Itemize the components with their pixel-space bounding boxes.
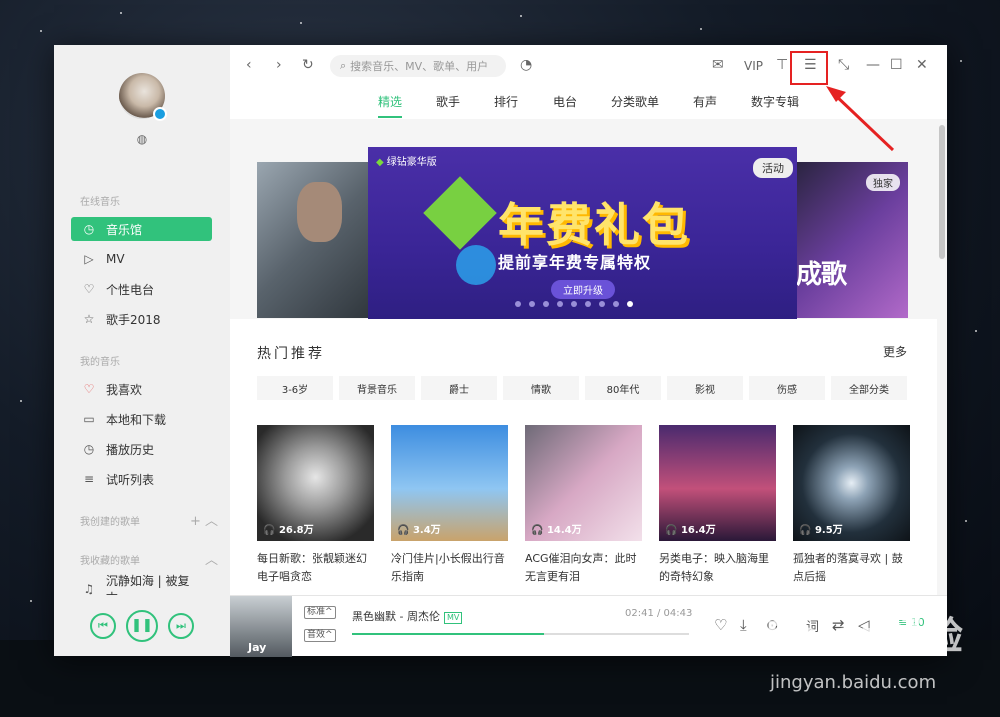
arrow-line xyxy=(832,92,895,152)
baidu-watermark-url: jingyan.baidu.com xyxy=(770,672,937,693)
baidu-watermark-logo: Baidu经验 xyxy=(765,614,963,658)
arrow-head xyxy=(826,86,846,102)
